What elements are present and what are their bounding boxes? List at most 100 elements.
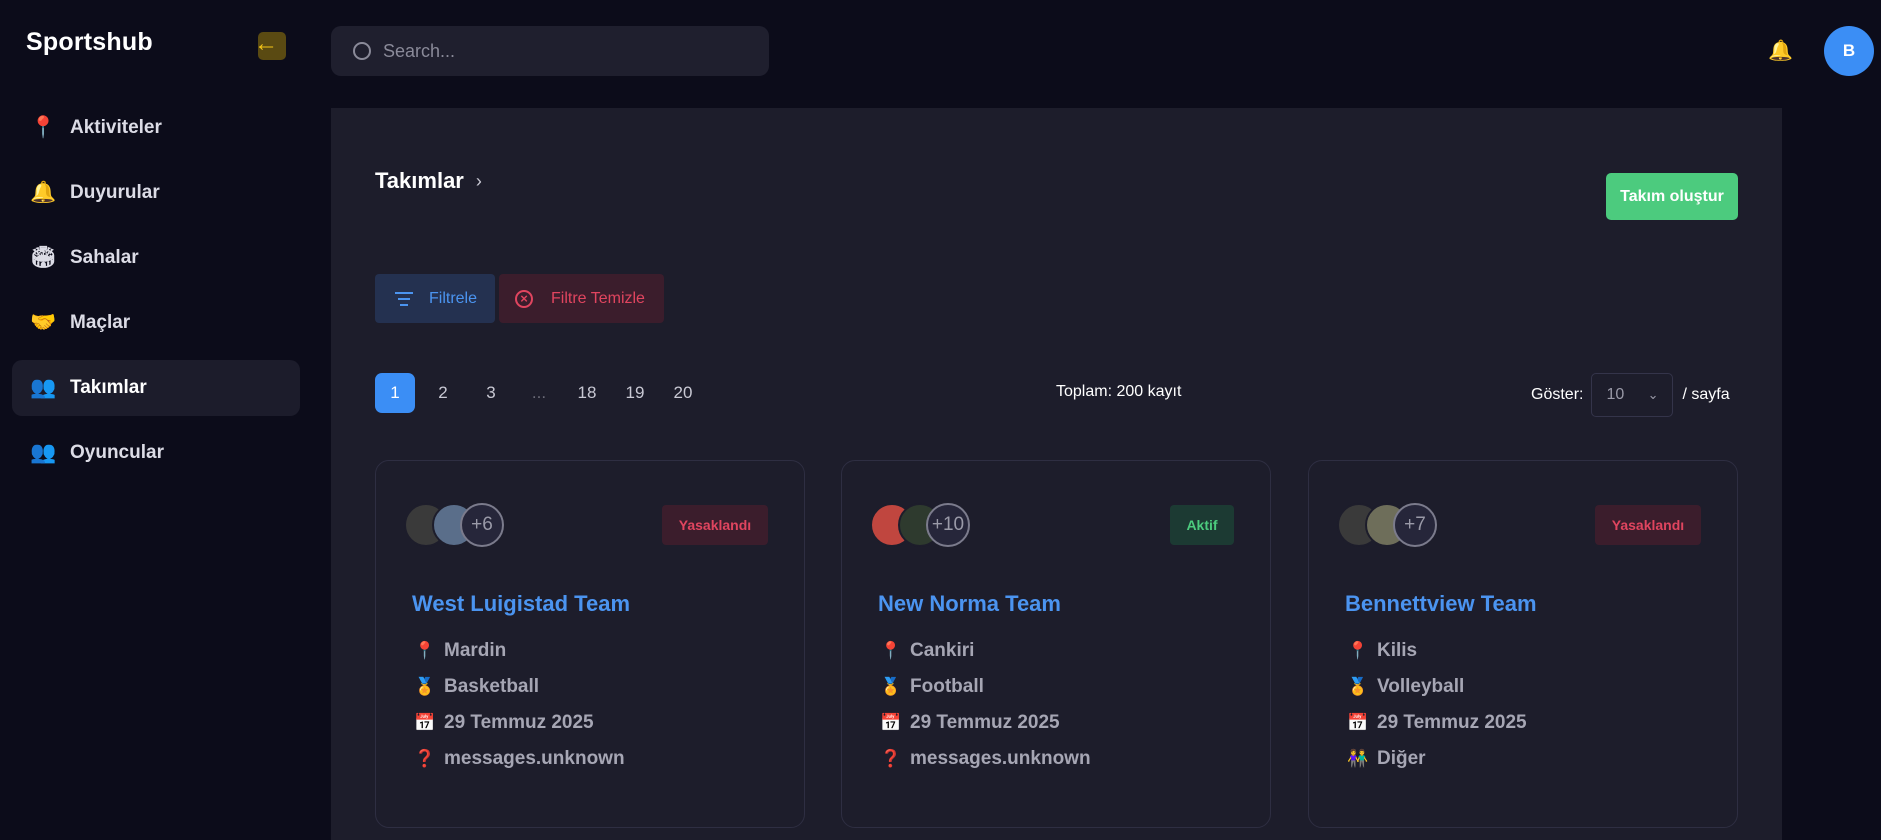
more-members-count: +7 [1393,503,1437,547]
per-page-select[interactable]: 10 ⌄ [1591,373,1674,417]
create-team-button[interactable]: Takım oluştur [1606,173,1738,220]
close-circle-icon: × [515,289,533,308]
per-page-suffix: / sayfa [1682,386,1730,403]
user-avatar[interactable]: B [1824,26,1874,76]
sidebar-item-label: Aktiviteler [70,117,162,138]
sidebar: Sportshub ← 📍 Aktiviteler 🔔 Duyurular 🏟 … [0,0,312,840]
per-page-value: 10 [1606,386,1625,403]
status-badge: Yasaklandı [662,505,768,545]
gender-value: messages.unknown [444,748,625,769]
calendar-icon: 📅 [1347,713,1369,732]
status-badge: Aktif [1170,505,1234,545]
team-icon: 👥 [30,376,57,399]
clear-filter-button[interactable]: × Filtre Temizle [499,274,664,323]
team-date: 📅 29 Temmuz 2025 [1347,705,1527,741]
sidebar-item-sahalar[interactable]: 🏟 Sahalar [12,230,300,286]
team-city: 📍 Mardin [414,633,625,669]
team-name-link[interactable]: New Norma Team [878,591,1061,617]
per-page-control: Göster: 10 ⌄ / sayfa [1531,373,1730,417]
member-avatars: +6 [404,503,504,547]
team-card[interactable]: +6 Yasaklandı West Luigistad Team 📍 Mardi… [375,460,805,828]
team-city: 📍 Cankiri [880,633,1091,669]
date-value: 29 Temmuz 2025 [1377,712,1527,733]
sidebar-item-label: Maçlar [70,312,131,333]
page-button[interactable]: 3 [471,373,511,413]
sidebar-item-maclar[interactable]: 🤝 Maçlar [12,295,300,351]
chevron-right-icon: › [475,170,482,191]
sidebar-item-label: Sahalar [70,247,139,268]
filter-button[interactable]: Filtrele [375,274,495,323]
filter-icon [395,288,413,310]
sidebar-item-duyurular[interactable]: 🔔 Duyurular [12,165,300,221]
sidebar-item-oyuncular[interactable]: 👥 Oyuncular [12,425,300,481]
gender-value: Diğer [1377,748,1426,769]
team-date: 📅 29 Temmuz 2025 [414,705,625,741]
page-title[interactable]: Takımlar [375,168,464,194]
team-info: 📍 Kilis 🏅 Volleyball 📅 29 Temmuz 2025 👫 Diğe… [1347,633,1527,777]
team-gender: ❓ messages.unknown [414,741,625,777]
notification-bell-icon[interactable]: 🔔 [1768,38,1793,63]
team-info: 📍 Cankiri 🏅 Football 📅 29 Temmuz 2025 ❓ mess… [880,633,1091,777]
clear-filter-label: Filtre Temizle [551,289,645,307]
question-icon: ❓ [414,749,436,768]
sidebar-item-aktiviteler[interactable]: 📍 Aktiviteler [12,100,300,156]
team-date: 📅 29 Temmuz 2025 [880,705,1091,741]
team-gender: 👫 Diğer [1347,741,1527,777]
sidebar-item-label: Takımlar [70,377,147,398]
pin-icon: 📍 [1347,641,1369,660]
team-info: 📍 Mardin 🏅 Basketball 📅 29 Temmuz 2025 ❓ mes… [414,633,625,777]
people-icon: 👫 [1347,749,1369,768]
team-name-link[interactable]: West Luigistad Team [412,591,630,617]
team-gender: ❓ messages.unknown [880,741,1090,777]
page-ellipsis[interactable]: ... [519,373,559,413]
medal-icon: 🏅 [414,677,436,696]
arrow-left-icon: ← [254,30,278,57]
calendar-icon: 📅 [880,713,902,732]
sport-value: Football [910,676,984,697]
question-icon: ❓ [880,749,902,768]
sport-value: Volleyball [1377,676,1465,697]
status-badge: Yasaklandı [1595,505,1701,545]
team-city: 📍 Kilis [1347,633,1527,669]
team-sport: 🏅 Football [880,669,1091,705]
sidebar-item-label: Oyuncular [70,442,164,463]
member-avatars: +10 [870,503,970,547]
pagination: 1 2 3 ... 18 19 20 [375,373,711,413]
search-icon [353,42,371,60]
chevron-down-icon: ⌄ [1647,387,1659,402]
collapse-sidebar-button[interactable]: ← [254,31,286,60]
team-name-link[interactable]: Bennettview Team [1345,591,1537,617]
team-card[interactable]: +10 Aktif New Norma Team 📍 Cankiri 🏅 Footb… [841,460,1271,828]
bell-icon: 🔔 [30,181,57,204]
pin-icon: 📍 [30,116,57,139]
page-button[interactable]: 19 [615,373,655,413]
date-value: 29 Temmuz 2025 [444,712,594,733]
page-button[interactable]: 2 [423,373,463,413]
main-panel: Takımlar › Takım oluştur Filtrele × Filt… [331,108,1782,840]
show-label: Göster: [1531,386,1584,403]
team-card[interactable]: +7 Yasaklandı Bennettview Team 📍 Kilis 🏅 V… [1308,460,1738,828]
more-members-count: +10 [926,503,970,547]
page-button[interactable]: 18 [567,373,607,413]
city-value: Mardin [444,640,507,661]
city-value: Cankiri [910,640,975,661]
brand-logo[interactable]: Sportshub [26,28,153,57]
date-value: 29 Temmuz 2025 [910,712,1060,733]
team-sport: 🏅 Basketball [414,669,625,705]
search-input[interactable] [383,40,743,62]
sidebar-nav: 📍 Aktiviteler 🔔 Duyurular 🏟 Sahalar 🤝 Ma… [12,100,300,490]
handshake-icon: 🤝 [30,311,57,334]
sidebar-item-takimlar[interactable]: 👥 Takımlar [12,360,300,416]
medal-icon: 🏅 [1347,677,1369,696]
total-records: Toplam: 200 kayıt [1056,383,1182,400]
more-members-count: +6 [460,503,504,547]
pin-icon: 📍 [880,641,902,660]
filter-button-label: Filtrele [429,289,478,307]
breadcrumb: Takımlar › [375,168,482,194]
team-sport: 🏅 Volleyball [1347,669,1527,705]
page-button[interactable]: 1 [375,373,415,413]
page-button[interactable]: 20 [663,373,703,413]
sidebar-item-label: Duyurular [70,182,160,203]
stadium-icon: 🏟 [30,246,57,269]
city-value: Kilis [1377,640,1418,661]
